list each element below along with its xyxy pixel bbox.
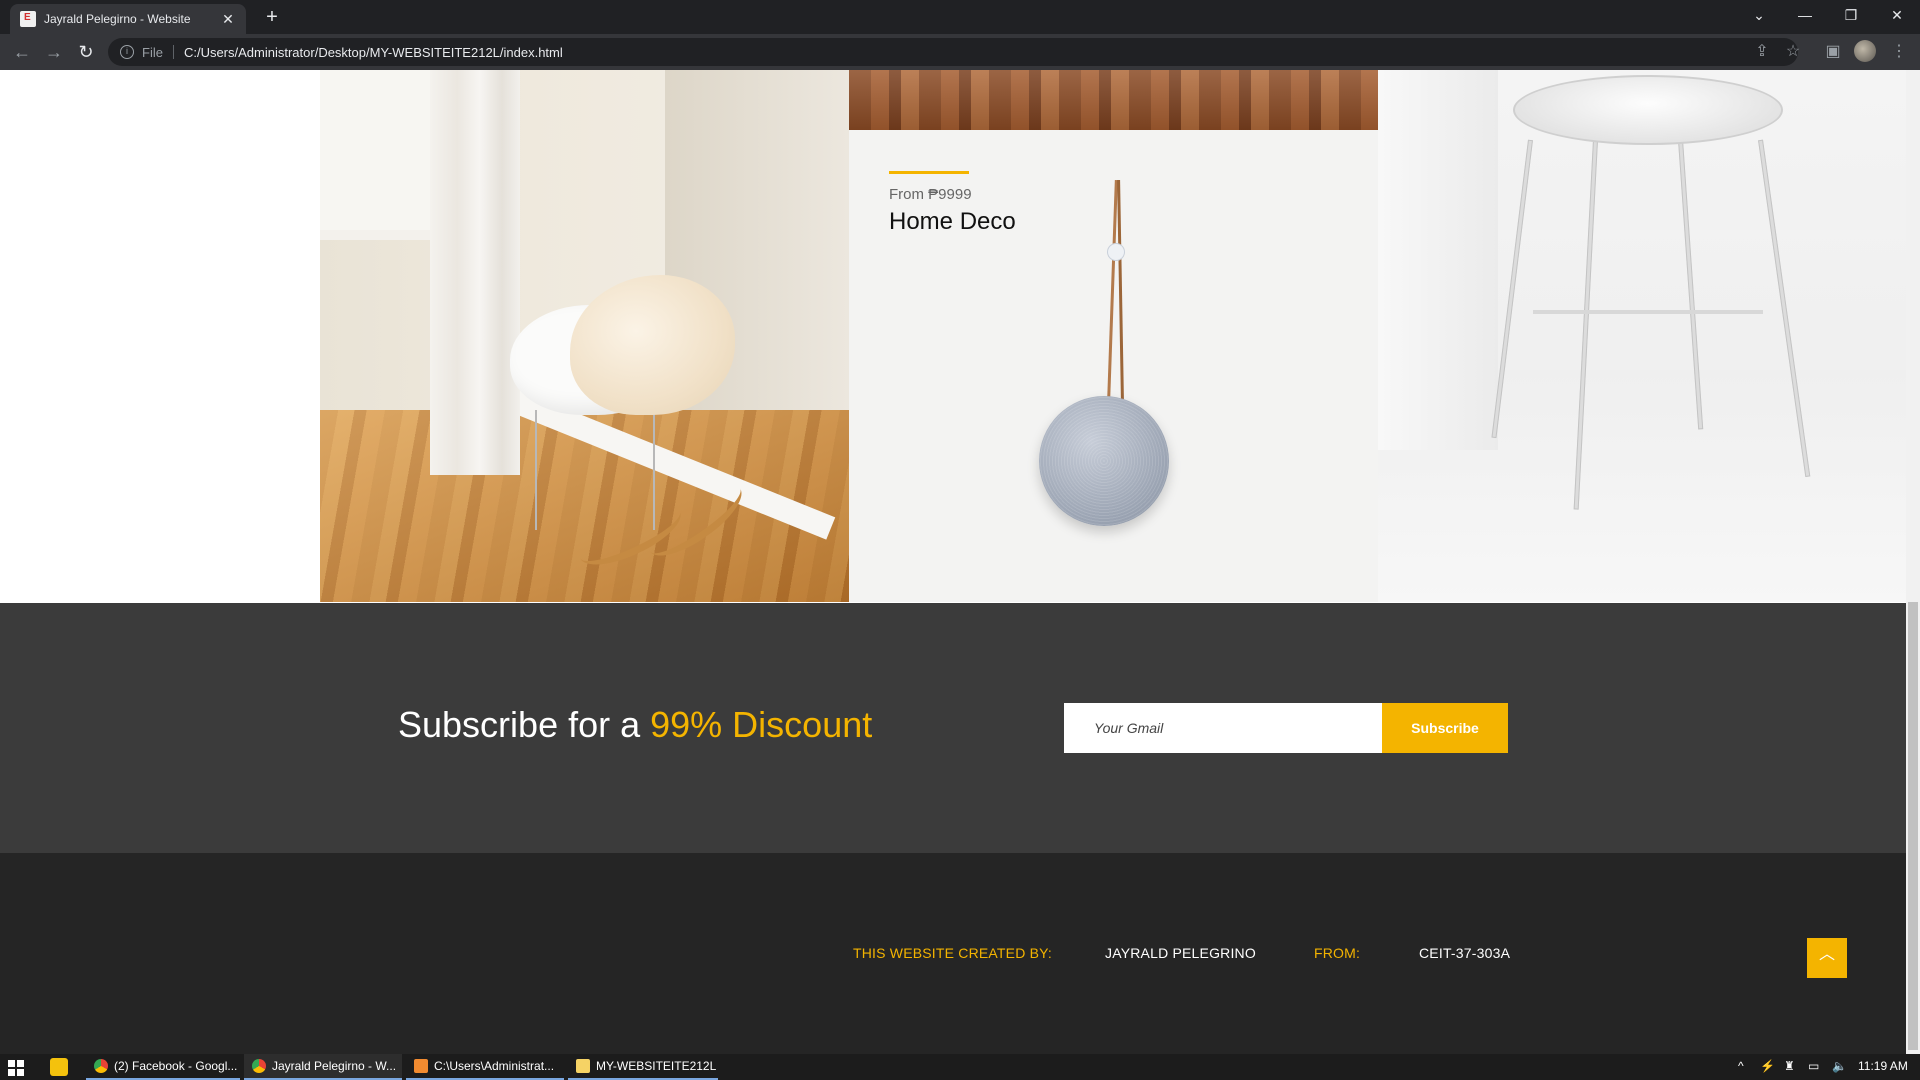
taskbar-item-explorer[interactable]: C:\Users\Administrat... [406, 1054, 564, 1080]
subscribe-heading: Subscribe for a 99% Discount [398, 704, 872, 746]
browser-tab-active[interactable]: Jayrald Pelegirno - Website ✕ [10, 4, 246, 34]
speaker-tag [1107, 243, 1125, 261]
tab-close-icon[interactable]: ✕ [220, 11, 236, 27]
site-footer: THIS WEBSITE CREATED BY: JAYRALD PELEGRI… [0, 853, 1906, 1054]
footer-section: CEIT-37-303A [1419, 945, 1511, 961]
taskbar-item-label: Jayrald Pelegirno - W... [272, 1059, 397, 1073]
windows-taskbar: (2) Facebook - Googl... Jayrald Pelegirn… [0, 1054, 1920, 1080]
speaker-strap [1117, 179, 1124, 401]
product-gallery: From ₱9999 Home Deco [320, 70, 1906, 602]
forward-arrow-icon[interactable]: → [42, 40, 66, 64]
tray-network-icon[interactable]: ⚡ [1760, 1059, 1775, 1073]
gallery-card-home-deco[interactable]: From ₱9999 Home Deco [849, 70, 1378, 602]
new-tab-button[interactable]: + [260, 6, 284, 30]
gallery-image-chair[interactable] [320, 70, 849, 602]
chrome-icon [252, 1059, 266, 1073]
address-text[interactable]: C:/Users/Administrator/Desktop/MY-WEBSIT… [184, 45, 563, 60]
footer-from-label: FROM: [1314, 945, 1361, 961]
menu-dots-icon[interactable]: ⋮ [1886, 39, 1912, 65]
minimize-button[interactable]: — [1782, 0, 1828, 30]
profile-avatar[interactable] [1854, 40, 1876, 62]
page-scrollbar[interactable] [1906, 70, 1920, 1054]
side-panel-icon[interactable]: ▣ [1820, 39, 1846, 65]
curtain [430, 70, 520, 475]
site-favicon-icon [20, 11, 36, 27]
wall-corner [1378, 70, 1498, 450]
stool-brace [1533, 310, 1763, 314]
back-arrow-icon[interactable]: ← [10, 40, 34, 64]
info-icon[interactable]: i [120, 45, 134, 59]
browser-tabbar: Jayrald Pelegirno - Website ✕ + ⌄ — ❐ ✕ [0, 0, 1920, 34]
taskbar-item-folder[interactable]: MY-WEBSITEITE212L [568, 1054, 718, 1080]
tab-search-icon[interactable]: ⌄ [1736, 0, 1782, 30]
tray-volume-icon[interactable]: 🔈 [1832, 1059, 1847, 1073]
address-separator [172, 45, 174, 59]
taskbar-item-label: (2) Facebook - Googl... [114, 1059, 238, 1073]
subscribe-section: Subscribe for a 99% Discount Subscribe [0, 603, 1906, 853]
bluetooth-speaker [1039, 396, 1169, 526]
folder-icon [576, 1059, 590, 1073]
bookmark-star-icon[interactable]: ☆ [1780, 39, 1806, 65]
scrollbar-thumb[interactable] [1908, 602, 1918, 1050]
back-to-top-button[interactable]: ︿ [1807, 938, 1847, 978]
footer-created-by-label: THIS WEBSITE CREATED BY: [853, 945, 1053, 961]
taskbar-item-label: C:\Users\Administrat... [434, 1059, 555, 1073]
accent-line [889, 171, 969, 174]
taskbar-item-facebook[interactable]: (2) Facebook - Googl... [86, 1054, 240, 1080]
chevron-up-icon: ︿ [1818, 946, 1835, 963]
wood-shelf [849, 70, 1378, 130]
restore-button[interactable]: ❐ [1828, 0, 1874, 30]
subscribe-heading-highlight: 99% Discount [650, 704, 873, 745]
sublime-text-icon [414, 1059, 428, 1073]
reload-icon[interactable]: ↻ [74, 40, 98, 64]
taskbar-item-label: MY-WEBSITEITE212L [596, 1059, 717, 1073]
taskbar-clock[interactable]: 11:19 AM [1858, 1059, 1908, 1073]
start-windows-icon[interactable] [8, 1060, 24, 1076]
pinned-app-icon[interactable] [50, 1058, 68, 1076]
close-window-button[interactable]: ✕ [1874, 0, 1920, 30]
footer-author: JAYRALD PELEGRINO [1105, 945, 1256, 961]
sheepskin-throw [570, 275, 735, 415]
subscribe-heading-prefix: Subscribe for a [398, 704, 651, 745]
address-bar[interactable]: i File C:/Users/Administrator/Desktop/MY… [108, 38, 1798, 66]
page-viewport: From ₱9999 Home Deco Subscribe for a 99%… [0, 70, 1920, 1054]
tray-app-icon[interactable]: ♜ [1784, 1059, 1795, 1073]
file-label: File [142, 44, 163, 60]
speaker-strap [1107, 180, 1118, 400]
tray-display-icon[interactable]: ▭ [1808, 1059, 1819, 1073]
email-input[interactable] [1064, 703, 1382, 753]
share-icon[interactable]: ⇪ [1749, 39, 1775, 65]
tab-title: Jayrald Pelegirno - Website [44, 12, 191, 26]
chrome-icon [94, 1059, 108, 1073]
deco-title[interactable]: Home Deco [889, 208, 1016, 236]
deco-price: From ₱9999 [889, 186, 972, 203]
subscribe-button[interactable]: Subscribe [1382, 703, 1508, 753]
stool-seat [1513, 75, 1783, 145]
gallery-image-stool[interactable] [1378, 70, 1906, 602]
taskbar-item-website[interactable]: Jayrald Pelegirno - W... [244, 1054, 402, 1080]
tray-chevron-up-icon[interactable]: ^ [1738, 1059, 1744, 1073]
browser-toolbar: ← → ↻ i File C:/Users/Administrator/Desk… [0, 34, 1920, 70]
